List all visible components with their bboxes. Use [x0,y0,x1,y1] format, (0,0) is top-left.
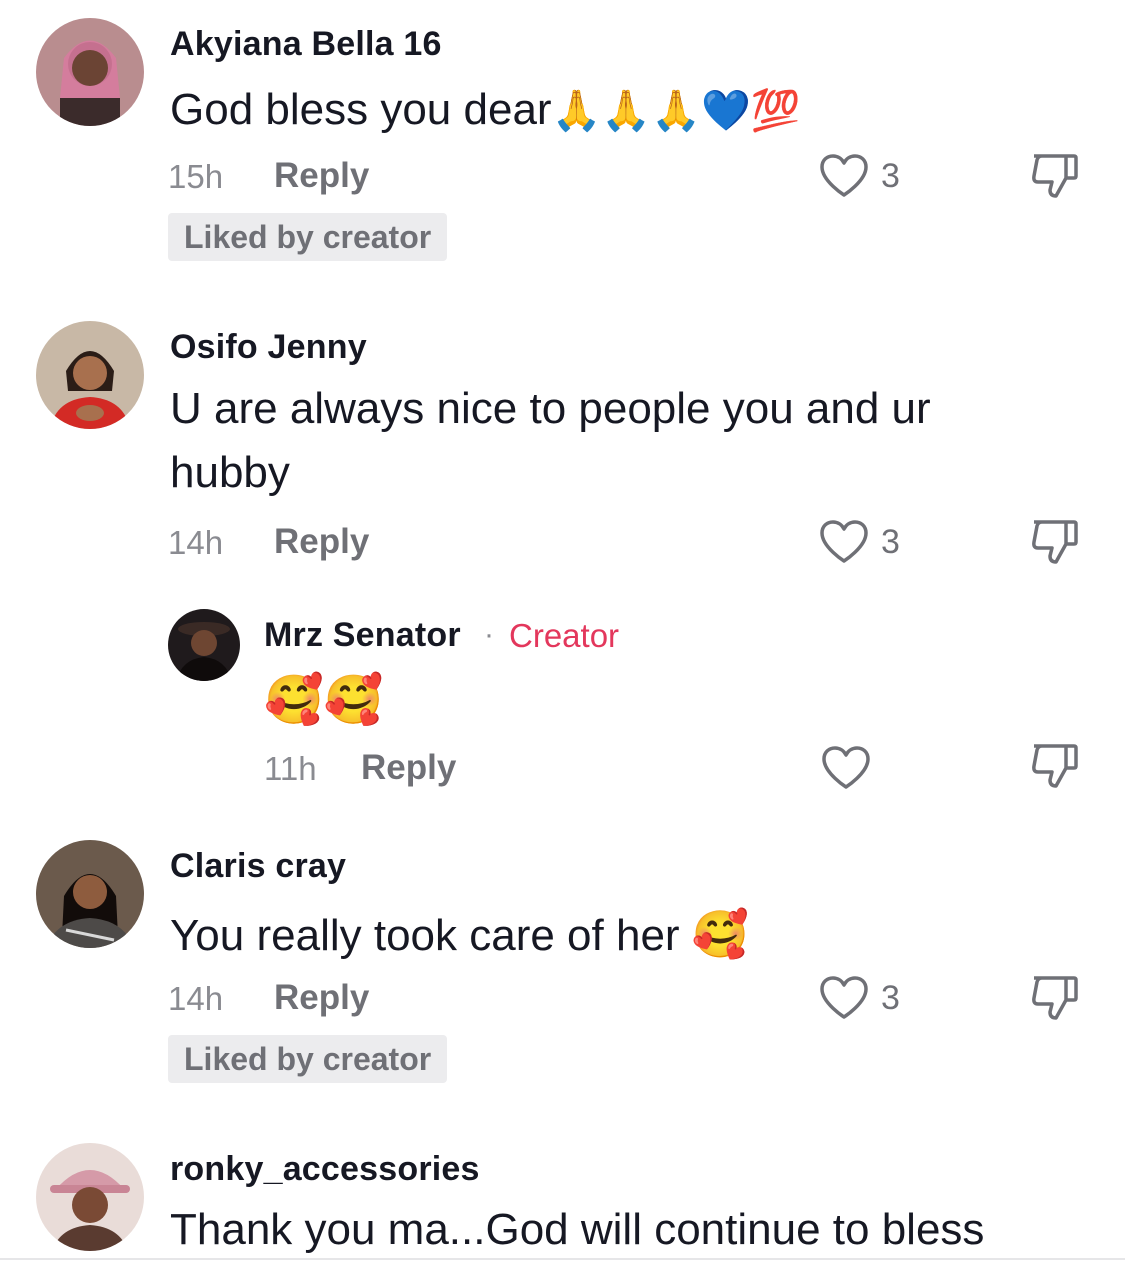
creator-label: Creator [509,617,620,654]
thumbs-down-icon[interactable] [1028,972,1080,1024]
heart-icon[interactable] [818,519,870,565]
heart-icon[interactable] [818,975,870,1021]
avatar[interactable] [36,321,144,429]
comment-text: You really took care of her 🥰 [170,902,749,968]
like-count: 3 [881,979,900,1017]
comment-text-line: hubby [170,448,290,497]
liked-by-creator-badge: Liked by creator [168,213,448,261]
timestamp: 11h [264,750,317,787]
avatar[interactable] [36,1143,144,1251]
reply-button[interactable]: Reply [274,522,369,562]
heart-icon[interactable] [818,153,870,199]
username[interactable]: Osifo Jenny [170,328,367,367]
divider [0,1258,1125,1260]
thumbs-down-icon[interactable] [1028,740,1080,792]
username[interactable]: Mrz Senator [264,616,461,655]
avatar[interactable] [36,18,144,126]
liked-by-creator-badge: Liked by creator [168,1035,448,1083]
reply-button[interactable]: Reply [361,748,456,788]
like-count: 3 [881,157,900,195]
emoji: 🥰🥰 [264,672,384,728]
timestamp: 15h [168,158,224,195]
comment-body: You really took care of her [170,911,680,960]
timestamp: 14h [168,980,224,1017]
reply-button[interactable]: Reply [274,156,369,196]
emoji: 🥰 [691,907,750,961]
username[interactable]: Claris cray [170,847,346,886]
avatar[interactable] [36,840,144,948]
comment-text: 🥰🥰 [264,668,384,734]
emoji: 🙏🙏🙏💙💯 [551,88,801,134]
thumbs-down-icon[interactable] [1028,516,1080,568]
avatar[interactable] [168,609,240,681]
heart-icon[interactable] [820,745,872,791]
reply-button[interactable]: Reply [274,978,369,1018]
comment-body: God bless you dear [170,85,552,134]
comment-text: Thank you ma...God will continue to bles… [170,1205,985,1254]
like-count: 3 [881,523,900,561]
comment-text-line: U are always nice to people you and ur [170,384,931,433]
separator-dot: · [484,618,494,651]
timestamp: 14h [168,524,224,561]
username[interactable]: Akyiana Bella 16 [170,25,442,64]
thumbs-down-icon[interactable] [1028,150,1080,202]
username[interactable]: ronky_accessories [170,1150,480,1189]
comment-text: God bless you dear🙏🙏🙏💙💯 [170,78,801,143]
